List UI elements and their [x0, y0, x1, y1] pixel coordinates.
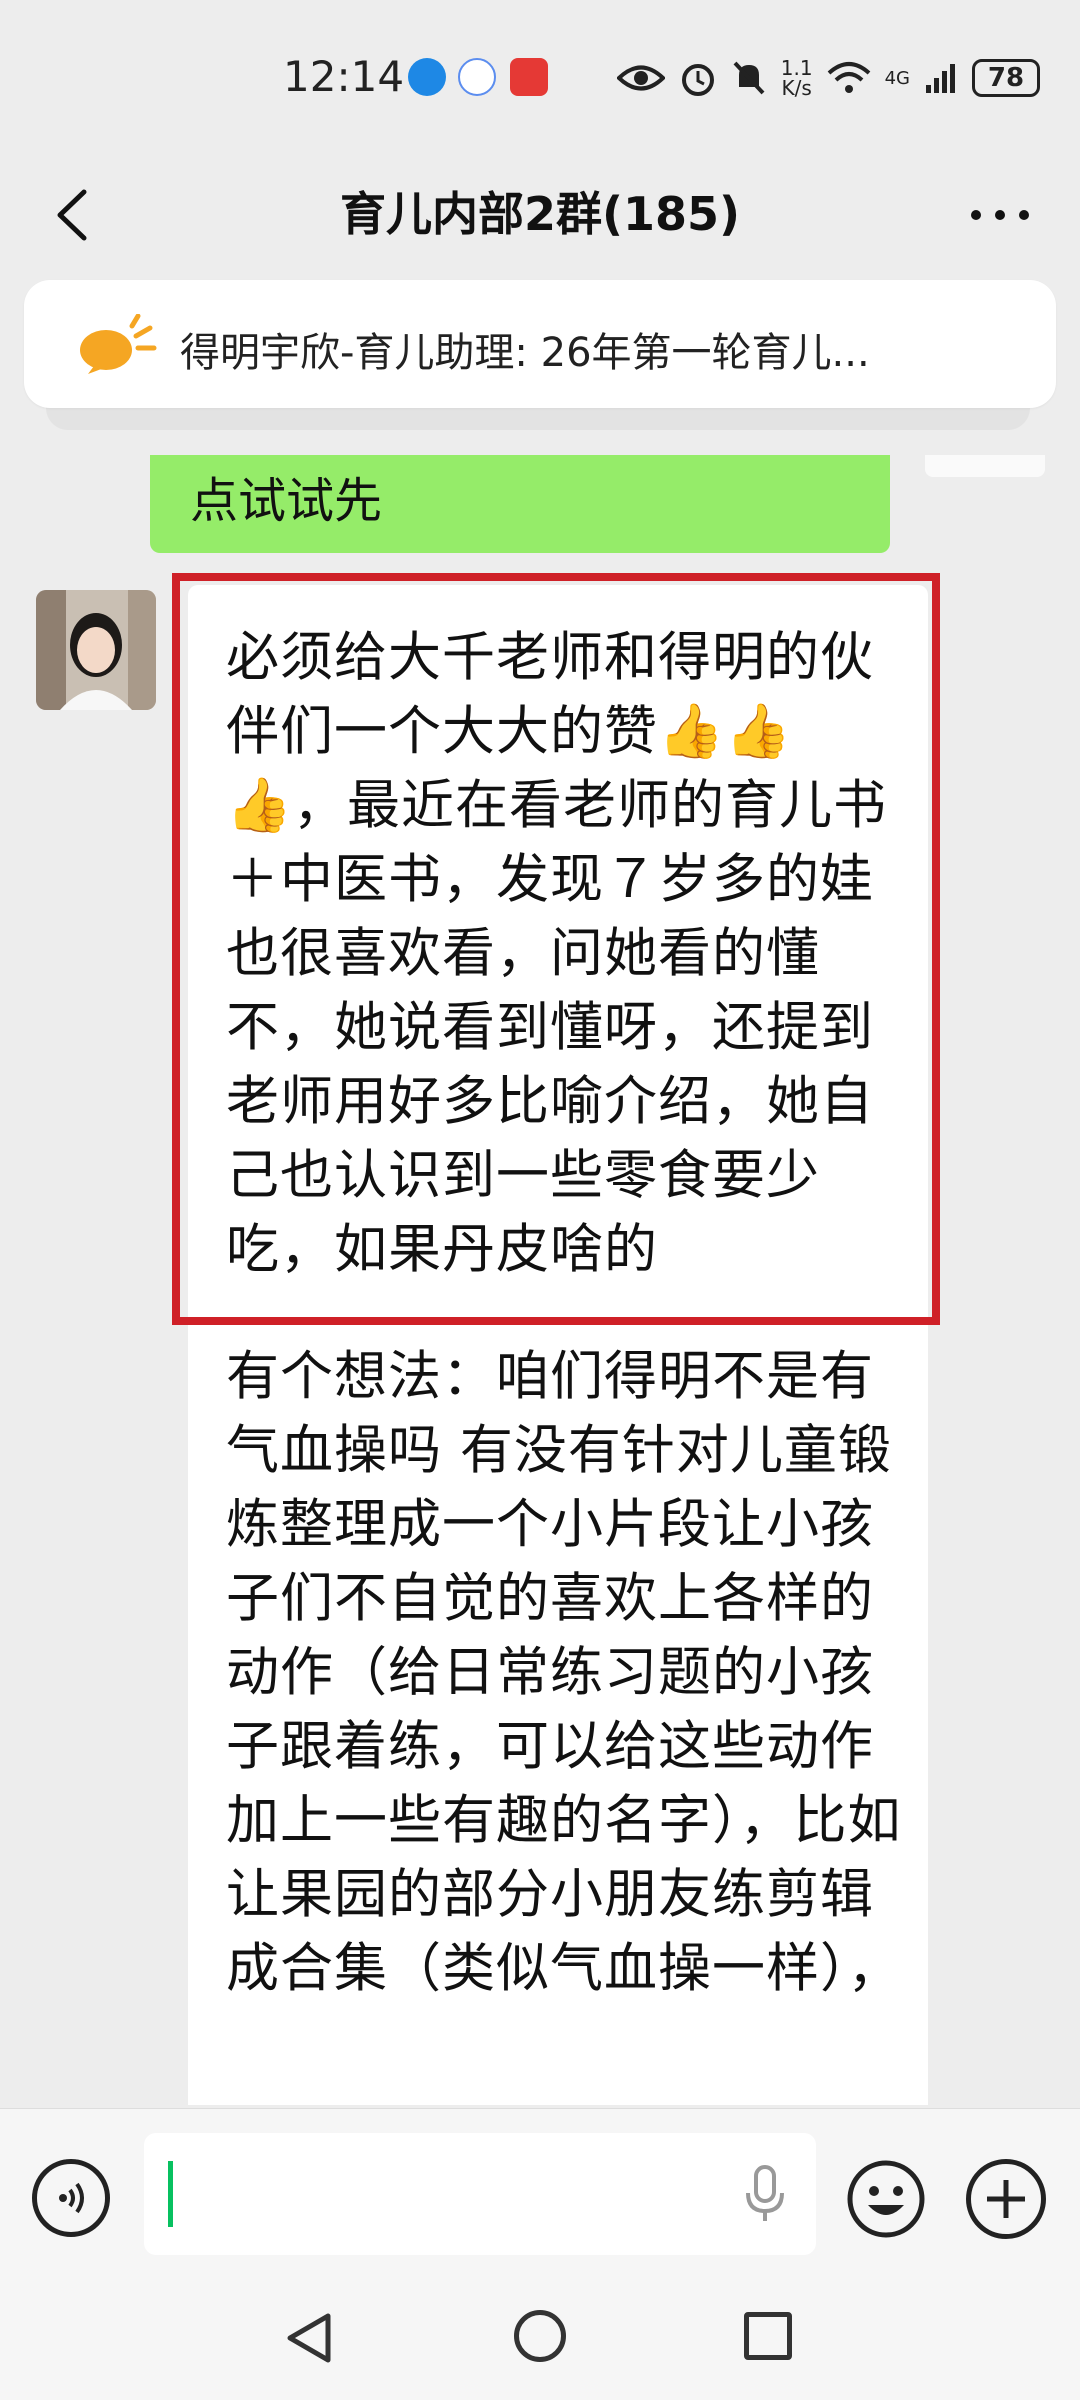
voice-mode-button[interactable] — [32, 2159, 110, 2237]
system-back-icon[interactable] — [280, 2308, 340, 2368]
wifi-icon — [827, 62, 870, 93]
microphone-icon[interactable] — [740, 2163, 790, 2225]
status-time: 12:14 — [283, 52, 405, 101]
partial-image-message[interactable] — [925, 455, 1045, 477]
battery-indicator: 78 — [972, 59, 1040, 97]
voice-wave-icon — [59, 2182, 84, 2214]
system-navigation-bar — [0, 2268, 1080, 2400]
own-message-text: 点试试先 — [190, 473, 383, 529]
system-home-icon[interactable] — [514, 2310, 566, 2362]
red-highlight-annotation — [172, 573, 940, 1325]
network-type: 4G — [884, 67, 910, 89]
red-app-icon — [510, 58, 548, 96]
sender-avatar[interactable] — [36, 590, 156, 710]
chat-header: 育儿内部2群(185) — [0, 150, 1080, 280]
more-options-icon[interactable] — [960, 180, 1040, 250]
more-functions-button[interactable] — [966, 2159, 1046, 2239]
message-text-input[interactable] — [144, 2133, 816, 2255]
status-right-icons: 1.1 K/s 4G 78 — [616, 48, 1040, 108]
mute-bell-icon — [733, 61, 765, 95]
pinned-message-text: 得明宇欣-育儿助理: 26年第一轮育儿... — [180, 330, 870, 376]
incoming-message-paragraph-2: 有个想法：咱们得明不是有气血操吗 有没有针对儿童锻炼整理成一个小片段让小孩子们不… — [226, 1346, 902, 1999]
net-speed: 1.1 K/s — [780, 56, 813, 100]
avatar-photo — [36, 590, 156, 710]
text-cursor — [168, 2161, 173, 2227]
status-bar: 12:14 1.1 K/s 4G 78 — [0, 0, 1080, 150]
baidu-netdisk-icon — [458, 58, 496, 96]
announcement-bubble-icon — [80, 314, 157, 374]
eye-icon — [616, 65, 665, 91]
pinned-message-bar[interactable]: 得明宇欣-育儿助理: 26年第一轮育儿... — [24, 280, 1056, 408]
app-notification-icon — [408, 58, 446, 96]
plus-icon — [987, 2180, 1025, 2218]
signal-icon — [926, 64, 955, 93]
message-input-bar — [0, 2108, 1080, 2269]
emoji-icon[interactable] — [846, 2159, 926, 2239]
chat-message-list[interactable]: 点试试先 必须给大千老师和得明的伙伴们一个大大的赞👍👍👍，最近在看老师的育儿书＋… — [0, 455, 1080, 2105]
system-recents-icon[interactable] — [744, 2312, 792, 2360]
chat-title: 育儿内部2群(185) — [339, 187, 741, 241]
own-message-bubble[interactable]: 点试试先 — [150, 455, 890, 553]
alarm-icon — [681, 64, 714, 96]
